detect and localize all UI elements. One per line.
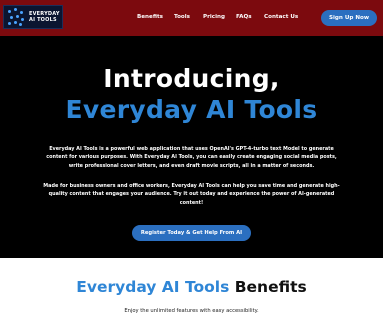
top-navbar: EVERYDAY AI TOOLS Benefits Tools Pricing… bbox=[0, 0, 383, 36]
nav-link-faqs[interactable]: FAQs bbox=[236, 14, 252, 20]
benefits-section: Everyday AI Tools Benefits Enjoy the unl… bbox=[0, 258, 383, 328]
logo-icon bbox=[6, 7, 26, 27]
nav-link-pricing[interactable]: Pricing bbox=[203, 14, 225, 20]
benefits-subtitle: Enjoy the unlimited features with easy a… bbox=[124, 308, 259, 314]
hero-paragraph-1: Everyday AI Tools is a powerful web appl… bbox=[46, 146, 337, 169]
hero-title-line1: Introducing, bbox=[103, 64, 280, 93]
signup-button[interactable]: Sign Up Now bbox=[321, 10, 377, 26]
site-logo[interactable]: EVERYDAY AI TOOLS bbox=[3, 5, 63, 29]
hero-title-line2: Everyday AI Tools bbox=[65, 95, 318, 124]
logo-text-line2: AI TOOLS bbox=[29, 17, 57, 23]
hero-section: Introducing, Everyday AI Tools Everyday … bbox=[0, 36, 383, 258]
nav-link-tools[interactable]: Tools bbox=[174, 14, 190, 20]
nav-link-benefits[interactable]: Benefits bbox=[137, 14, 163, 20]
register-cta-button[interactable]: Register Today & Get Help From AI bbox=[132, 225, 251, 241]
hero-paragraph-2: Made for business owners and office work… bbox=[43, 183, 340, 206]
benefits-title-brand: Everyday AI Tools bbox=[76, 278, 230, 296]
nav-link-contact[interactable]: Contact Us bbox=[264, 14, 298, 20]
logo-text: EVERYDAY AI TOOLS bbox=[29, 11, 60, 23]
benefits-title: Everyday AI Tools Benefits bbox=[0, 278, 383, 296]
benefits-title-word: Benefits bbox=[229, 278, 307, 296]
